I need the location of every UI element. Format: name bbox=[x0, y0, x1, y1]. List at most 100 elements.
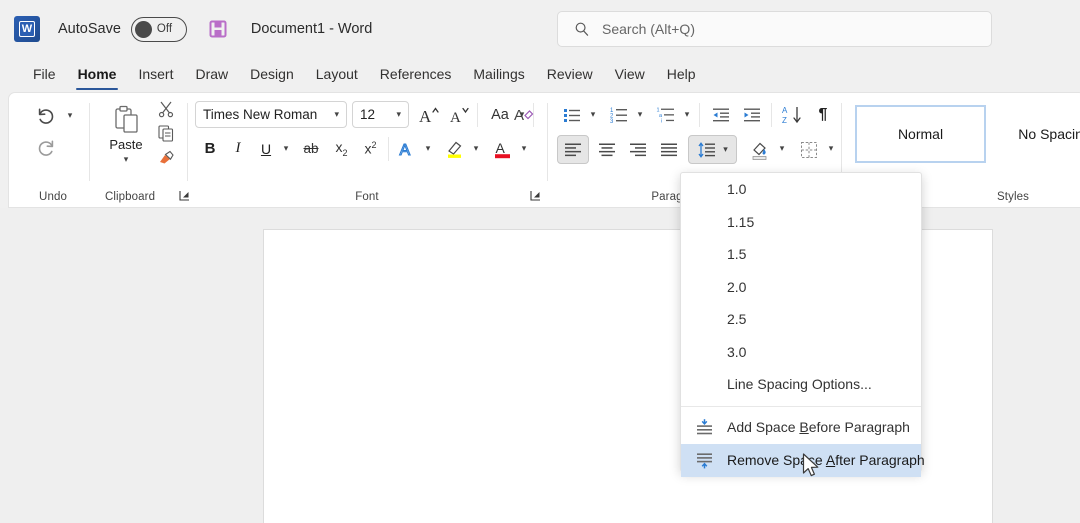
paste-button[interactable]: Paste ▾ bbox=[99, 98, 153, 170]
svg-text:3: 3 bbox=[610, 119, 614, 125]
ribbon-group-font: Times New Roman ▾ 12 ▾ A A bbox=[189, 93, 545, 207]
menu-label-remove-space-after: Remove Space After Paragraph bbox=[727, 452, 925, 468]
tab-design[interactable]: Design bbox=[239, 62, 305, 87]
decrease-indent-button[interactable] bbox=[706, 101, 736, 128]
tab-draw[interactable]: Draw bbox=[184, 62, 239, 87]
tab-review[interactable]: Review bbox=[536, 62, 604, 87]
menu-divider bbox=[681, 406, 921, 407]
svg-text:A: A bbox=[496, 140, 506, 156]
redo-button[interactable] bbox=[29, 133, 63, 163]
grow-font-button[interactable]: A bbox=[415, 101, 443, 128]
search-icon bbox=[574, 21, 590, 37]
save-floppy-icon[interactable] bbox=[207, 18, 229, 40]
menu-item-remove-space-after-paragraph[interactable]: Remove Space After Paragraph bbox=[681, 444, 921, 477]
search-input-placeholder: Search (Alt+Q) bbox=[602, 21, 695, 37]
shading-dropdown-arrow[interactable]: ▾ bbox=[775, 139, 789, 157]
add-space-before-icon bbox=[693, 418, 715, 437]
undo-dropdown-arrow[interactable]: ▾ bbox=[63, 106, 77, 124]
change-case-label: Aa bbox=[491, 107, 509, 123]
line-spacing-dropdown-menu: 1.0 1.15 1.5 2.0 2.5 3.0 Line Spacing Op… bbox=[680, 172, 922, 472]
italic-label: I bbox=[236, 140, 241, 157]
subscript-button[interactable]: x2 bbox=[328, 135, 355, 162]
numbering-button[interactable]: 1 2 3 bbox=[604, 101, 634, 128]
font-size-value: 12 bbox=[360, 107, 375, 122]
autosave-label: AutoSave bbox=[58, 21, 121, 37]
superscript-button[interactable]: x2 bbox=[357, 135, 384, 162]
bullets-button[interactable] bbox=[557, 101, 587, 128]
format-painter-button[interactable] bbox=[153, 145, 179, 169]
multilevel-list-button[interactable]: 1 a i bbox=[651, 101, 681, 128]
tab-insert[interactable]: Insert bbox=[127, 62, 184, 87]
menu-item-add-space-before-paragraph[interactable]: Add Space Before Paragraph bbox=[681, 411, 921, 444]
svg-text:A: A bbox=[450, 110, 461, 126]
menu-item-spacing-3-0[interactable]: 3.0 bbox=[681, 336, 921, 369]
undo-button[interactable] bbox=[29, 101, 63, 131]
menu-item-spacing-2-0[interactable]: 2.0 bbox=[681, 271, 921, 304]
font-dialog-launcher[interactable] bbox=[529, 189, 542, 202]
line-spacing-button[interactable]: ▾ bbox=[688, 135, 737, 164]
menu-item-spacing-1-15[interactable]: 1.15 bbox=[681, 206, 921, 239]
bullets-dropdown-arrow[interactable]: ▾ bbox=[586, 105, 600, 123]
remove-space-after-icon bbox=[693, 451, 715, 470]
svg-text:A: A bbox=[419, 107, 432, 126]
align-left-button[interactable] bbox=[557, 135, 589, 164]
underline-label: U bbox=[261, 141, 271, 157]
paste-label: Paste bbox=[109, 137, 142, 152]
search-box[interactable]: Search (Alt+Q) bbox=[557, 11, 992, 47]
numbering-dropdown-arrow[interactable]: ▾ bbox=[633, 105, 647, 123]
style-item-normal[interactable]: Normal bbox=[855, 105, 986, 163]
bold-button[interactable]: B bbox=[197, 135, 223, 162]
font-size-combo[interactable]: 12 ▾ bbox=[352, 101, 409, 128]
tab-references[interactable]: References bbox=[369, 62, 463, 87]
menu-item-spacing-1-5[interactable]: 1.5 bbox=[681, 238, 921, 271]
strikethrough-button[interactable]: ab bbox=[297, 135, 325, 162]
text-effects-button[interactable]: A bbox=[393, 135, 421, 162]
svg-text:A: A bbox=[782, 106, 788, 115]
justify-button[interactable] bbox=[653, 135, 685, 164]
menu-item-line-spacing-options[interactable]: Line Spacing Options... bbox=[681, 368, 921, 401]
menu-item-spacing-2-5[interactable]: 2.5 bbox=[681, 303, 921, 336]
font-color-dropdown-arrow[interactable]: ▾ bbox=[517, 139, 531, 157]
autosave-toggle-knob bbox=[135, 21, 152, 38]
title-bar: W AutoSave Off Document1 - Word Search (… bbox=[0, 0, 1080, 58]
style-label-normal: Normal bbox=[898, 126, 943, 142]
group-label-styles: Styles bbox=[973, 191, 1053, 203]
text-highlight-dropdown-arrow[interactable]: ▾ bbox=[469, 139, 483, 157]
menu-item-spacing-1-0[interactable]: 1.0 bbox=[681, 173, 921, 206]
text-effects-dropdown-arrow[interactable]: ▾ bbox=[421, 139, 435, 157]
tab-file[interactable]: File bbox=[22, 62, 67, 87]
tab-view[interactable]: View bbox=[604, 62, 656, 87]
tab-help[interactable]: Help bbox=[656, 62, 707, 87]
tab-mailings[interactable]: Mailings bbox=[462, 62, 535, 87]
show-formatting-marks-button[interactable]: ¶ bbox=[809, 101, 837, 128]
sort-button[interactable]: A Z bbox=[777, 101, 807, 128]
copy-button[interactable] bbox=[153, 121, 179, 145]
clear-formatting-icon[interactable]: A bbox=[509, 101, 539, 128]
underline-button[interactable]: U bbox=[253, 135, 279, 162]
borders-button[interactable] bbox=[794, 135, 824, 164]
font-color-button[interactable]: A bbox=[489, 135, 517, 162]
shrink-font-button[interactable]: A bbox=[445, 101, 473, 128]
group-label-font: Font bbox=[189, 191, 545, 203]
autosave-state-label: Off bbox=[157, 23, 172, 35]
autosave-toggle[interactable]: Off bbox=[131, 17, 187, 42]
tab-home[interactable]: Home bbox=[67, 62, 128, 87]
borders-dropdown-arrow[interactable]: ▾ bbox=[824, 139, 838, 157]
increase-indent-button[interactable] bbox=[737, 101, 767, 128]
multilevel-list-dropdown-arrow[interactable]: ▾ bbox=[680, 105, 694, 123]
word-logo-icon: W bbox=[14, 16, 40, 42]
mouse-pointer-icon bbox=[802, 453, 822, 485]
group-label-clipboard: Clipboard bbox=[83, 191, 177, 203]
cut-button[interactable] bbox=[153, 97, 179, 121]
word-application-window: W AutoSave Off Document1 - Word Search (… bbox=[0, 0, 1080, 523]
style-item-no-spacing[interactable]: No Spacing bbox=[989, 105, 1080, 163]
bold-label: B bbox=[205, 140, 216, 157]
italic-button[interactable]: I bbox=[225, 135, 251, 162]
tab-layout[interactable]: Layout bbox=[305, 62, 369, 87]
underline-dropdown-arrow[interactable]: ▾ bbox=[279, 139, 293, 157]
align-right-button[interactable] bbox=[622, 135, 654, 164]
text-highlight-button[interactable] bbox=[441, 135, 469, 162]
shading-button[interactable] bbox=[745, 135, 775, 164]
font-name-combo[interactable]: Times New Roman ▾ bbox=[195, 101, 347, 128]
align-center-button[interactable] bbox=[591, 135, 623, 164]
